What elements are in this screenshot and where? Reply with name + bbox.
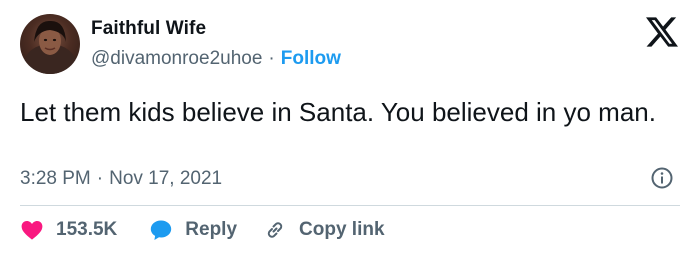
author-subline: @divamonroe2uhoe · Follow (91, 48, 341, 70)
action-bar: 153.5K Reply Copy link (20, 216, 415, 244)
author-display-name[interactable]: Faithful Wife (91, 18, 206, 40)
timestamp-separator: · (96, 168, 104, 189)
like-count: 153.5K (56, 219, 118, 240)
speech-bubble-icon (151, 220, 172, 240)
heart-icon (21, 221, 43, 240)
follow-button[interactable]: Follow (281, 48, 341, 69)
reply-button[interactable]: Reply (149, 218, 237, 242)
x-logo-icon[interactable] (646, 17, 678, 47)
tweet-time: 3:28 PM (20, 168, 91, 189)
reply-label: Reply (185, 219, 238, 240)
copy-link-button[interactable]: Copy link (263, 218, 385, 242)
subline-separator: · (268, 48, 275, 69)
like-button[interactable]: 153.5K (20, 218, 117, 242)
tweet-timestamp[interactable]: 3:28 PM · Nov 17, 2021 (20, 168, 222, 190)
link-icon (267, 222, 283, 238)
author-handle[interactable]: @divamonroe2uhoe (91, 48, 262, 69)
avatar[interactable] (20, 14, 80, 74)
avatar-image (24, 20, 76, 74)
tweet-date: Nov 17, 2021 (109, 168, 223, 189)
tweet-card: Faithful Wife @divamonroe2uhoe · Follow Le… (0, 0, 700, 256)
copy-link-label: Copy link (299, 219, 385, 240)
divider (20, 205, 680, 206)
tweet-text: Let them kids believe in Santa. You beli… (20, 97, 656, 127)
info-icon[interactable] (650, 166, 674, 190)
